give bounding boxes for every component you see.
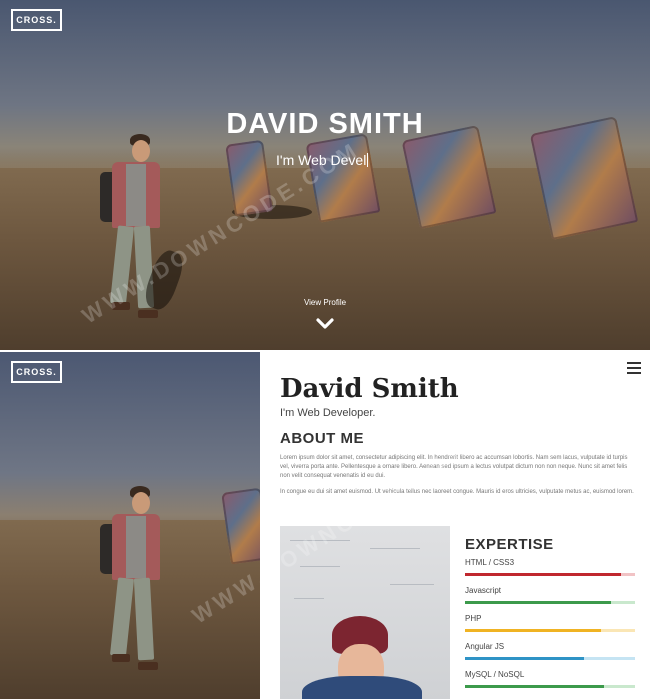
- skill-label: Javascript: [465, 586, 502, 595]
- about-paragraph: In congue eu dui sit amet euismod. Ut ve…: [280, 489, 634, 495]
- skill-progress-fill: [465, 573, 621, 576]
- logo-text: CROSS.: [16, 367, 57, 377]
- skill-progress-bar: [465, 685, 635, 688]
- profile-role: I'm Web Developer.: [280, 407, 376, 419]
- photo-panel: CROSS.: [0, 352, 260, 699]
- skill-progress-track: [601, 629, 635, 632]
- expertise-heading: EXPERTISE: [465, 536, 554, 553]
- skill-progress-fill: [465, 657, 584, 660]
- skill-progress-track: [611, 601, 635, 604]
- skill-progress-track: [584, 657, 635, 660]
- skill-item: HTML / CSS3: [465, 558, 635, 576]
- person-figure: [98, 484, 168, 674]
- skill-progress-fill: [465, 601, 611, 604]
- skill-progress-track: [604, 685, 635, 688]
- logo-text: CROSS.: [16, 15, 57, 25]
- skill-progress-bar: [465, 573, 635, 576]
- skill-progress-bar: [465, 629, 635, 632]
- skill-label: PHP: [465, 614, 482, 623]
- skill-progress-fill: [465, 629, 601, 632]
- hero-title: DAVID SMITH: [226, 108, 424, 140]
- logo-button[interactable]: CROSS.: [11, 9, 62, 31]
- skill-progress-bar: [465, 601, 635, 604]
- logo-button[interactable]: CROSS.: [11, 361, 62, 383]
- typing-cursor: [367, 153, 369, 167]
- skill-label: Angular JS: [465, 642, 505, 651]
- hamburger-menu-icon[interactable]: [627, 362, 641, 374]
- skill-item: Javascript: [465, 586, 635, 604]
- skill-label: MySQL / NoSQL: [465, 670, 525, 679]
- chevron-down-icon[interactable]: [315, 316, 335, 332]
- skill-progress-bar: [465, 657, 635, 660]
- skill-item: MySQL / NoSQL: [465, 670, 635, 688]
- skill-item: PHP: [465, 614, 635, 632]
- skill-label: HTML / CSS3: [465, 558, 515, 567]
- skill-progress-fill: [465, 685, 604, 688]
- skill-item: Angular JS: [465, 642, 635, 660]
- skill-progress-track: [621, 573, 635, 576]
- about-heading: ABOUT ME: [280, 430, 364, 447]
- profile-name: David Smith: [280, 374, 459, 404]
